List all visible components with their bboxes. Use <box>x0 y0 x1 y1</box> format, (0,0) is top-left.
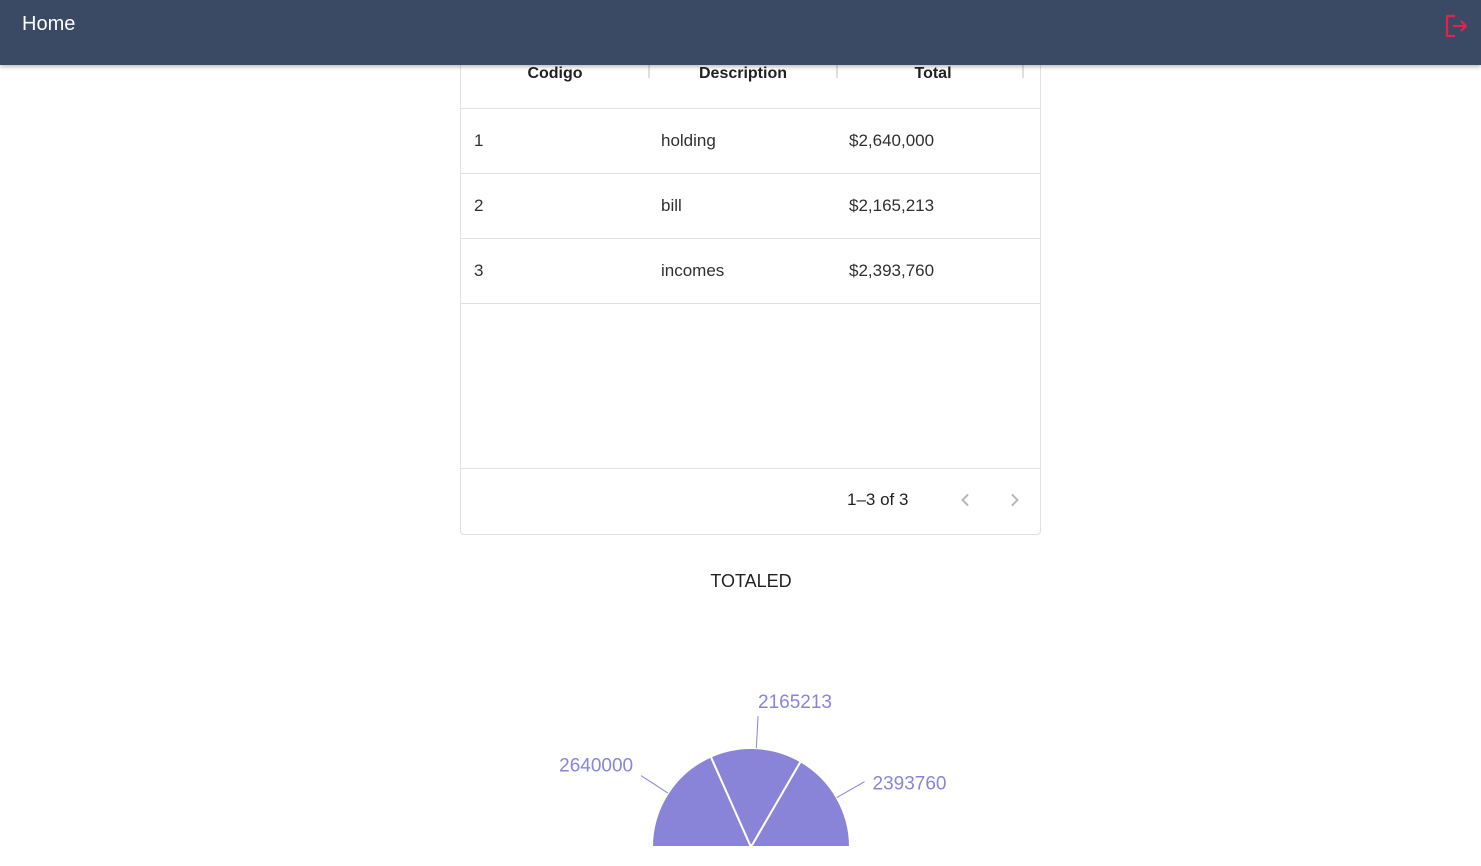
pie-label-line <box>755 716 759 749</box>
pie-chart: 2640000 2165213 2393760 <box>559 692 947 850</box>
app-bar: Home <box>0 0 1481 65</box>
page: Codigo Description Total 1 holding $2,64… <box>0 0 1481 866</box>
page-title: Home <box>22 13 76 35</box>
pie-data-label: 2393760 <box>873 774 947 795</box>
pie-data-label: 2640000 <box>559 756 633 777</box>
logout-button[interactable] <box>1442 12 1470 40</box>
pie-label-line <box>836 781 865 799</box>
logout-icon <box>1445 14 1468 38</box>
pie-data-label: 2165213 <box>758 692 832 713</box>
pie-label-line <box>640 775 669 794</box>
